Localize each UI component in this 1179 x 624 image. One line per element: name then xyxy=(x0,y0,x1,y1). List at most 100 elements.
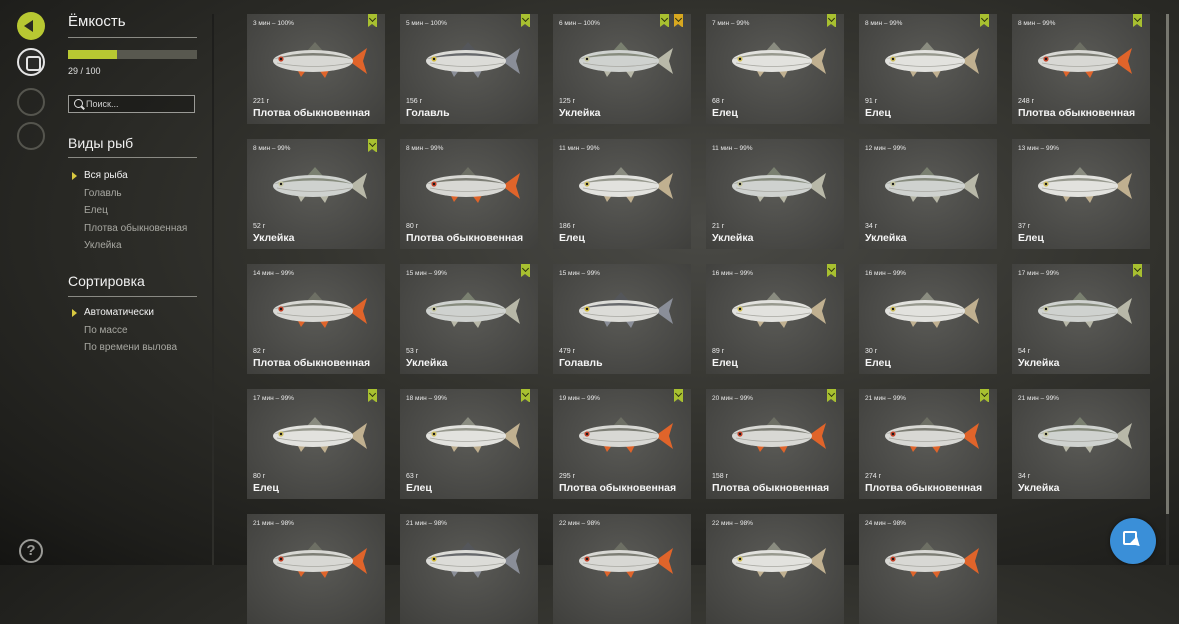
new-record-badge-icon xyxy=(980,14,989,27)
new-record-badge-icon xyxy=(980,389,989,402)
fish-card[interactable]: 17 мин – 99% 54 г Уклейка xyxy=(1012,264,1150,374)
fish-weight: 34 г xyxy=(865,223,878,230)
fish-icon xyxy=(273,167,367,203)
catch-time-label: 16 мин – 99% xyxy=(712,270,753,277)
fish-weight: 54 г xyxy=(1018,348,1031,355)
sort-title: Сортировка xyxy=(68,273,145,289)
fish-card[interactable]: 5 мин – 100% 156 г Голавль xyxy=(400,14,538,124)
fish-icon xyxy=(579,167,673,203)
catch-time-label: 15 мин – 99% xyxy=(559,270,600,277)
fish-card[interactable]: 7 мин – 99% 68 г Елец xyxy=(706,14,844,124)
fish-icon xyxy=(732,417,826,453)
species-filter-item[interactable]: Елец xyxy=(84,205,108,216)
fish-name: Елец xyxy=(1018,232,1044,244)
fish-card[interactable]: 15 мин – 99% 479 г Голавль xyxy=(553,264,691,374)
fish-card[interactable]: 16 мин – 99% 30 г Елец xyxy=(859,264,997,374)
fish-weight: 156 г xyxy=(406,98,423,105)
species-filter-item[interactable]: Голавль xyxy=(84,188,122,199)
catch-time-label: 21 мин – 99% xyxy=(865,395,906,402)
fish-icon xyxy=(885,42,979,78)
sort-option-item[interactable]: По времени вылова xyxy=(84,342,177,353)
fish-weight: 53 г xyxy=(406,348,419,355)
catch-time-label: 11 мин – 99% xyxy=(712,145,753,152)
fish-icon xyxy=(273,292,367,328)
fish-card[interactable]: 21 мин – 98% xyxy=(400,514,538,624)
home-icon[interactable] xyxy=(17,122,45,150)
fish-name: Плотва обыкновенная xyxy=(1018,107,1136,119)
fish-card[interactable]: 24 мин – 98% xyxy=(859,514,997,624)
catch-time-label: 24 мин – 98% xyxy=(865,520,906,527)
keepnet-icon[interactable] xyxy=(17,48,45,76)
species-filter-item[interactable]: Вся рыба xyxy=(72,170,128,181)
fish-card[interactable]: 11 мин – 99% 186 г Елец xyxy=(553,139,691,249)
fish-icon xyxy=(579,417,673,453)
catch-time-label: 21 мин – 99% xyxy=(1018,395,1059,402)
catch-time-label: 8 мин – 99% xyxy=(253,145,291,152)
fish-card[interactable]: 8 мин – 99% 91 г Елец xyxy=(859,14,997,124)
fish-weight: 125 г xyxy=(559,98,576,105)
new-record-badge-icon xyxy=(368,14,377,27)
new-record-badge-icon xyxy=(660,14,669,27)
search-icon xyxy=(74,99,83,108)
cursor-pointer-icon[interactable] xyxy=(1110,518,1156,564)
fish-card[interactable]: 12 мин – 99% 34 г Уклейка xyxy=(859,139,997,249)
fish-card[interactable]: 19 мин – 99% 295 г Плотва обыкновенная xyxy=(553,389,691,499)
fish-card[interactable]: 6 мин – 100% 125 г Уклейка xyxy=(553,14,691,124)
fish-name: Елец xyxy=(559,232,585,244)
fish-card[interactable]: 17 мин – 99% 80 г Елец xyxy=(247,389,385,499)
fish-name: Уклейка xyxy=(406,357,448,369)
fish-card[interactable]: 16 мин – 99% 89 г Елец xyxy=(706,264,844,374)
fish-card[interactable]: 18 мин – 99% 63 г Елец xyxy=(400,389,538,499)
fish-icon xyxy=(732,292,826,328)
catch-time-label: 15 мин – 99% xyxy=(406,270,447,277)
fish-icon xyxy=(273,542,367,578)
fish-card[interactable]: 15 мин – 99% 53 г Уклейка xyxy=(400,264,538,374)
new-record-badge-icon xyxy=(368,389,377,402)
catch-time-label: 7 мин – 99% xyxy=(712,20,750,27)
species-title: Виды рыб xyxy=(68,135,134,151)
fish-card[interactable]: 8 мин – 99% 52 г Уклейка xyxy=(247,139,385,249)
search-input[interactable]: Поиск... xyxy=(68,95,195,113)
fish-weight: 37 г xyxy=(1018,223,1031,230)
catch-time-label: 5 мин – 100% xyxy=(406,20,447,27)
fish-weight: 274 г xyxy=(865,473,882,480)
fish-card[interactable]: 22 мин – 98% xyxy=(706,514,844,624)
fish-card[interactable]: 21 мин – 98% xyxy=(247,514,385,624)
fish-weight: 34 г xyxy=(1018,473,1031,480)
collapse-panel-icon[interactable] xyxy=(17,12,45,40)
fish-icon xyxy=(1038,417,1132,453)
fish-icon xyxy=(426,542,520,578)
catch-time-label: 3 мин – 100% xyxy=(253,20,294,27)
fish-card[interactable]: 13 мин – 99% 37 г Елец xyxy=(1012,139,1150,249)
species-filter-item[interactable]: Плотва обыкновенная xyxy=(84,223,187,234)
scrollbar-thumb[interactable] xyxy=(1166,14,1169,514)
divider xyxy=(68,296,197,297)
sort-option-item[interactable]: Автоматически xyxy=(72,307,154,318)
fish-icon xyxy=(426,42,520,78)
fish-card[interactable]: 21 мин – 99% 34 г Уклейка xyxy=(1012,389,1150,499)
sort-option-item[interactable]: По массе xyxy=(84,325,128,336)
fish-icon xyxy=(732,167,826,203)
capacity-title: Ёмкость xyxy=(68,13,126,30)
fish-card[interactable]: 11 мин – 99% 21 г Уклейка xyxy=(706,139,844,249)
tackle-icon[interactable] xyxy=(17,88,45,116)
catch-time-label: 12 мин – 99% xyxy=(865,145,906,152)
new-record-badge-icon xyxy=(1133,14,1142,27)
help-icon[interactable]: ? xyxy=(19,539,43,563)
fish-name: Елец xyxy=(865,107,891,119)
capacity-bar xyxy=(68,50,197,59)
species-filter-item[interactable]: Уклейка xyxy=(84,240,122,251)
fish-card[interactable]: 8 мин – 99% 248 г Плотва обыкновенная xyxy=(1012,14,1150,124)
fish-card[interactable]: 3 мин – 100% 221 г Плотва обыкновенная xyxy=(247,14,385,124)
fish-card[interactable]: 20 мин – 99% 158 г Плотва обыкновенная xyxy=(706,389,844,499)
catch-time-label: 14 мин – 99% xyxy=(253,270,294,277)
fish-name: Елец xyxy=(406,482,432,494)
fish-card[interactable]: 21 мин – 99% 274 г Плотва обыкновенная xyxy=(859,389,997,499)
fish-weight: 248 г xyxy=(1018,98,1035,105)
fish-card[interactable]: 22 мин – 98% xyxy=(553,514,691,624)
fish-card[interactable]: 14 мин – 99% 82 г Плотва обыкновенная xyxy=(247,264,385,374)
fish-card[interactable]: 8 мин – 99% 80 г Плотва обыкновенная xyxy=(400,139,538,249)
fish-icon xyxy=(426,417,520,453)
fish-icon xyxy=(273,42,367,78)
new-record-badge-icon xyxy=(368,139,377,152)
